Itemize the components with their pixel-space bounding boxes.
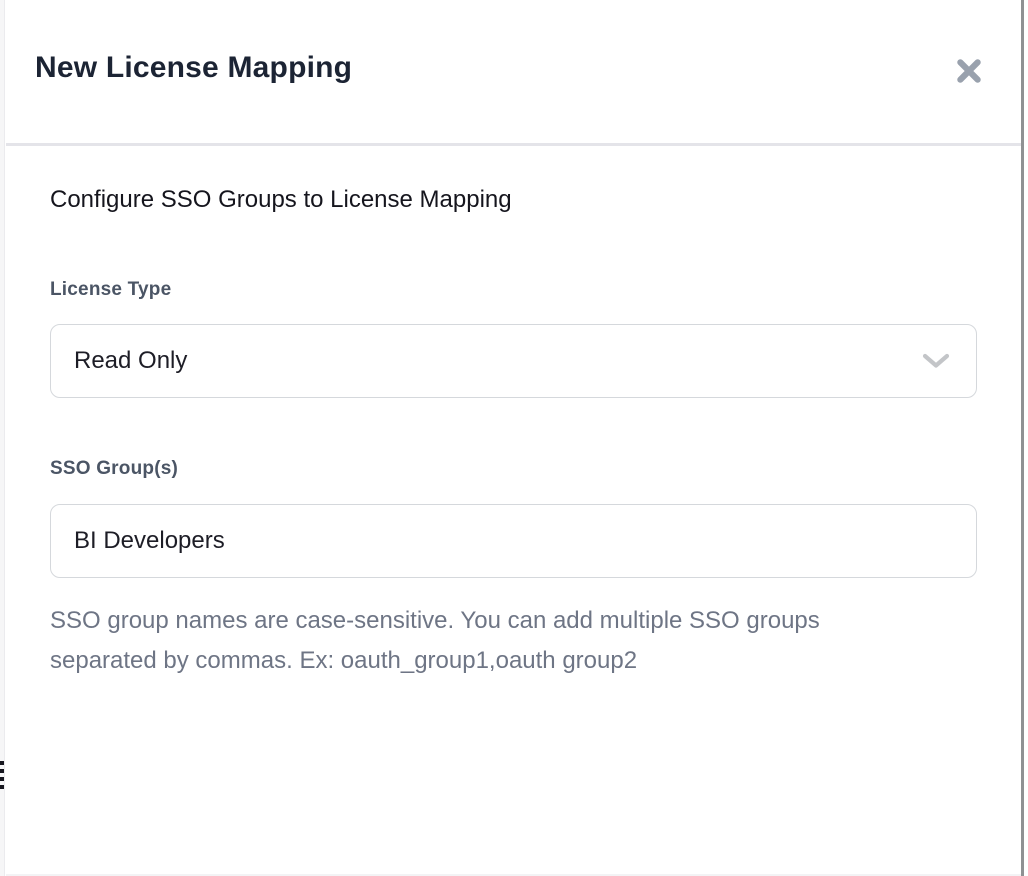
modal-title: New License Mapping [35,51,352,85]
help-text-line-2: separated by commas. Ex: oauth_group1,oa… [50,641,930,681]
clipped-list-icon [0,761,4,789]
help-text-line-1: SSO group names are case-sensitive. You … [50,601,930,641]
sso-groups-help-text: SSO group names are case-sensitive. You … [50,601,930,681]
close-icon [953,55,985,87]
modal-subtitle: Configure SSO Groups to License Mapping [50,186,512,214]
close-button[interactable] [948,50,990,92]
license-type-select[interactable]: Read Only [50,324,977,398]
window-edge [1021,0,1024,876]
license-type-selected-value: Read Only [74,347,922,375]
sso-groups-label: SSO Group(s) [50,458,178,480]
header-divider [6,143,1021,146]
license-type-label: License Type [50,279,171,301]
background-page-strip [0,0,5,876]
new-license-mapping-modal [6,0,1021,876]
sso-groups-input[interactable] [50,504,977,578]
chevron-down-icon [922,353,950,369]
